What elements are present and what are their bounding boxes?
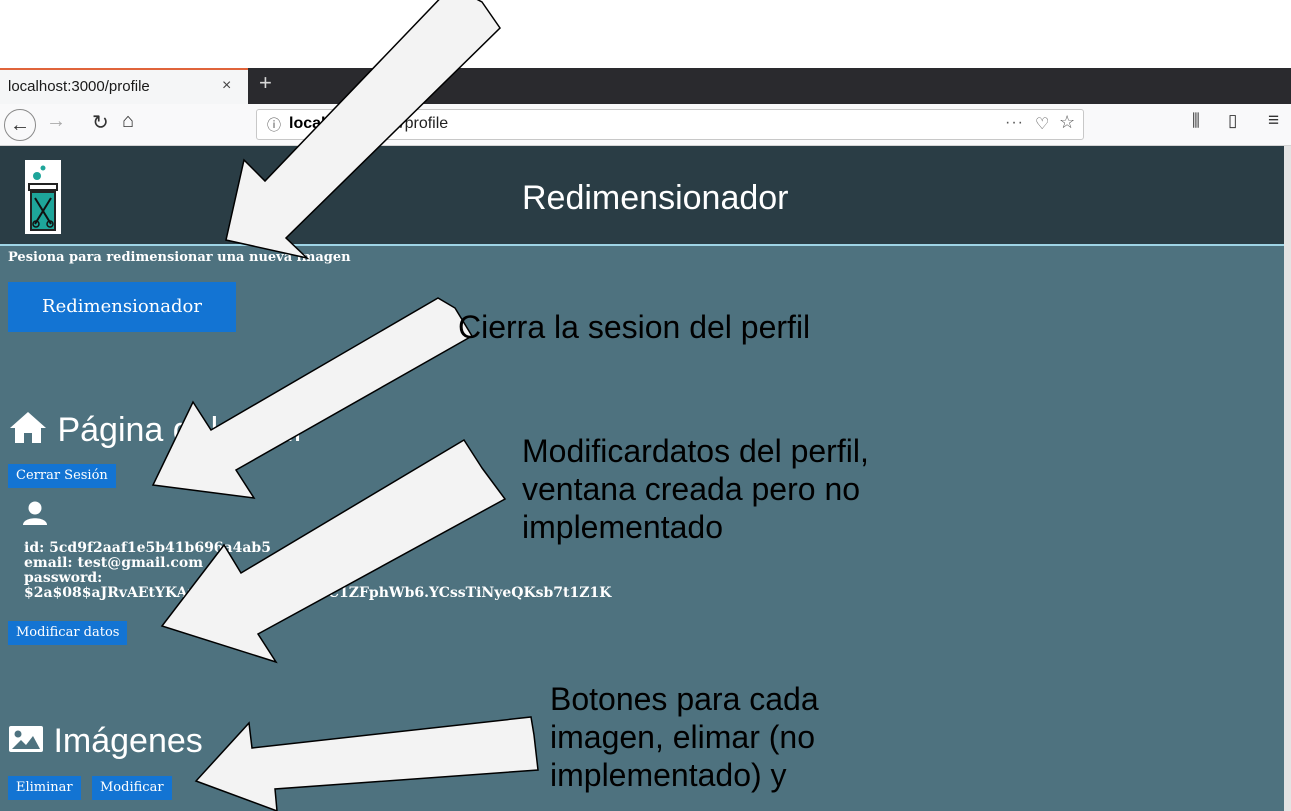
site-header: Redimensionador (0, 146, 1284, 246)
navigation-toolbar: ← → ↻ ⌂ ⓘ localhost:3000/profile ··· ♡ ☆… (0, 104, 1291, 146)
user-email-text: email: test@gmail.com (24, 555, 204, 571)
annotation-modify-line: ventana creada pero no (522, 471, 861, 507)
annotation-logout-note: Cierra la sesion del perfil (458, 309, 811, 345)
user-password-label: password: (24, 570, 103, 586)
home-icon (10, 412, 46, 443)
annotation-images-note: Botones para cada imagen, elimar (no imp… (550, 680, 890, 794)
pocket-icon[interactable]: ♡ (1035, 114, 1049, 134)
user-id-text: id: 5cd9f2aaf1e5b41b696a4ab5 (24, 540, 271, 556)
annotation-modify-line: Modificardatos del perfil, (522, 433, 869, 469)
reload-icon[interactable]: ↻ (92, 110, 109, 135)
new-tab-button[interactable]: + (259, 70, 272, 96)
forward-icon[interactable]: → (46, 110, 66, 133)
annotation-modify-note: Modificardatos del perfil, ventana cread… (522, 432, 982, 546)
user-password-value: $2a$08$aJRvAEtYKAnhBc0Pw1Lk0e62C1ZFphWb6… (24, 585, 612, 601)
url-path: /profile (400, 115, 449, 132)
annotation-images-line: implementado) y (550, 757, 787, 793)
tab-title: localhost:3000/profile (8, 78, 150, 95)
url-text[interactable]: localhost:3000/profile (289, 115, 448, 133)
image-icon (9, 726, 43, 752)
modify-profile-button[interactable]: Modificar datos (8, 621, 128, 645)
resize-button[interactable]: Redimensionador (8, 282, 236, 332)
images-heading-text: Imágenes (53, 722, 203, 760)
resize-intro-text: Pesiona para redimensionar una nueva ima… (8, 250, 351, 265)
sidebar-icon[interactable]: ▯ (1228, 111, 1237, 131)
delete-image-button[interactable]: Eliminar (8, 776, 81, 800)
user-icon (23, 501, 47, 525)
url-host: localhost:3000 (289, 115, 401, 132)
page-scrollbar[interactable] (1284, 146, 1291, 811)
tab-close-icon[interactable]: × (222, 77, 231, 95)
bookmark-star-icon[interactable]: ☆ (1059, 112, 1075, 133)
images-heading: Imágenes (8, 722, 203, 761)
page-actions-icon[interactable]: ··· (1005, 114, 1024, 132)
menu-icon[interactable]: ≡ (1268, 110, 1279, 132)
annotation-modify-line: implementado (522, 509, 723, 545)
back-icon[interactable]: ← (4, 109, 36, 141)
url-bar[interactable]: ⓘ localhost:3000/profile ··· ♡ ☆ (256, 109, 1084, 140)
logout-button[interactable]: Cerrar Sesión (8, 464, 116, 488)
app-logo-icon (25, 160, 61, 234)
profile-heading: Página del perfil (8, 410, 301, 450)
info-icon[interactable]: ⓘ (267, 115, 281, 135)
annotation-images-line: imagen, elimar (no (550, 719, 815, 755)
browser-tab[interactable]: localhost:3000/profile × (0, 68, 248, 104)
library-icon[interactable]: ⫼ (1192, 111, 1200, 131)
page-title: Redimensionador (522, 179, 789, 217)
home-icon[interactable]: ⌂ (122, 110, 134, 133)
annotation-images-line: Botones para cada (550, 681, 819, 717)
modify-image-button[interactable]: Modificar (92, 776, 172, 800)
profile-heading-text: Página del perfil (57, 411, 302, 449)
